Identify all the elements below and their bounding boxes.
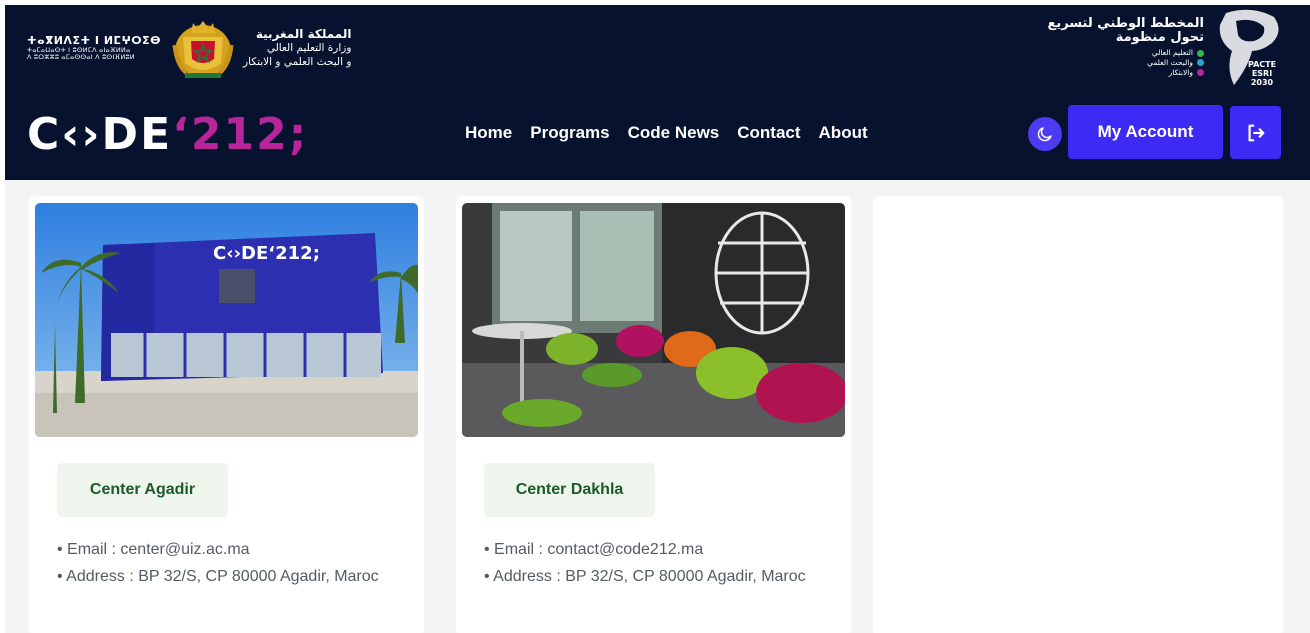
logo-part-1: C‹›DE [27, 109, 173, 160]
pacte-list: التعليم العالي والبحث العلمي والابتكار [1047, 48, 1204, 77]
pacte-logo-text-3: 2030 [1251, 78, 1274, 87]
purple-dot-icon [1197, 69, 1204, 77]
center-address: Address : BP 32/S, CP 80000 Agadir, Maro… [57, 563, 402, 590]
nav-code-news[interactable]: Code News [628, 123, 720, 143]
pacte-esri-branding: المخطط الوطني لتسريع تحول منظومة التعليم… [1044, 7, 1284, 89]
nav-programs[interactable]: Programs [530, 123, 609, 143]
nav-home[interactable]: Home [465, 123, 512, 143]
blue-dot-icon [1197, 59, 1204, 67]
center-agadir-image: C‹›DE‘212; [35, 203, 418, 437]
center-info: Email : contact@code212.ma Address : BP … [484, 536, 829, 590]
arabic-line-1: المملكة المغربية [255, 27, 352, 42]
pacte-item-3: والابتكار [1047, 68, 1204, 78]
pacte-title-2: تحول منظومة [1115, 29, 1204, 45]
dakhla-lounge-photo [462, 203, 845, 437]
building-sign-text: C‹›DE‘212; [213, 243, 320, 264]
government-branding: ⵜⴰⴳⵍⴷⵉⵜ ⵏ ⵍⵎⵖⵔⵉⴱ ⵜⴰⵎⴰⵡⴰⵙⵜ ⵏ ⵓⵙⵍⵎⴷ ⴰⵏⴰⴼⵍⵍ… [27, 13, 351, 83]
moon-icon [1037, 127, 1052, 142]
arabic-ministry-text: المملكة المغربية وزارة التعليم العالي و … [243, 27, 351, 68]
center-address: Address : BP 32/S, CP 80000 Agadir, Maro… [484, 563, 829, 590]
pacte-arabic-text: المخطط الوطني لتسريع تحول منظومة التعليم… [1047, 17, 1204, 78]
code212-logo[interactable]: C‹›DE ‘212; [27, 109, 308, 160]
morocco-emblem-icon [172, 21, 234, 78]
empty-card-slot [873, 196, 1283, 633]
site-header: ⵜⴰⴳⵍⴷⵉⵜ ⵏ ⵍⵎⵖⵔⵉⴱ ⵜⴰⵎⴰⵡⴰⵙⵜ ⵏ ⵓⵙⵍⵎⴷ ⴰⵏⴰⴼⵍⵍ… [5, 5, 1310, 180]
pacte-logo-text-1: PACTE [1248, 60, 1276, 69]
tifinagh-text: ⵜⴰⴳⵍⴷⵉⵜ ⵏ ⵍⵎⵖⵔⵉⴱ ⵜⴰⵎⴰⵡⴰⵙⵜ ⵏ ⵓⵙⵍⵎⴷ ⴰⵏⴰⴼⵍⵍ… [27, 34, 161, 62]
center-email: Email : contact@code212.ma [484, 536, 829, 563]
pacte-item-1: التعليم العالي [1047, 48, 1204, 58]
tifinagh-line-3: ⴷ ⵓⵔⵣⵣⵓ ⴰⵎⴰⵙⵙⴰⵏ ⴷ ⵓⵙⵏⴼⵍⵓⵍ [27, 53, 135, 62]
centers-section: C‹›DE‘212; Center Agadir Email : center@… [5, 180, 1310, 633]
nav-about[interactable]: About [819, 123, 868, 143]
center-info: Email : center@uiz.ac.ma Address : BP 32… [57, 536, 402, 590]
green-dot-icon [1197, 49, 1204, 57]
main-nav: Home Programs Code News Contact About [465, 123, 868, 143]
center-email: Email : center@uiz.ac.ma [57, 536, 402, 563]
pacte-item-label: والبحث العلمي [1147, 58, 1193, 68]
logout-icon [1247, 124, 1264, 141]
theme-toggle-button[interactable] [1028, 117, 1062, 151]
center-card-dakhla: Center Dakhla Email : contact@code212.ma… [456, 196, 851, 633]
center-dakhla-image [462, 203, 845, 437]
arabic-line-3: و البحث العلمي و الابتكار [243, 55, 352, 68]
pacte-logo-text-2: ESRI [1252, 69, 1272, 78]
agadir-building-photo: C‹›DE‘212; [35, 203, 418, 437]
nav-contact[interactable]: Contact [737, 123, 800, 143]
pacte-title-1: المخطط الوطني لتسريع [1047, 16, 1204, 31]
pacte-item-label: التعليم العالي [1151, 48, 1193, 58]
center-card-agadir: C‹›DE‘212; Center Agadir Email : center@… [29, 196, 424, 633]
center-name-badge: Center Agadir [57, 463, 228, 517]
pacte-item-2: والبحث العلمي [1047, 58, 1204, 68]
my-account-button[interactable]: My Account [1068, 105, 1223, 159]
pacte-logo-icon: PACTE ESRI 2030 [1219, 9, 1279, 87]
arabic-line-2: وزارة التعليم العالي [266, 42, 352, 55]
pacte-item-label: والابتكار [1168, 67, 1193, 77]
logo-part-2: ‘212; [172, 109, 309, 160]
logout-button[interactable] [1230, 106, 1281, 159]
center-name-badge: Center Dakhla [484, 463, 655, 517]
